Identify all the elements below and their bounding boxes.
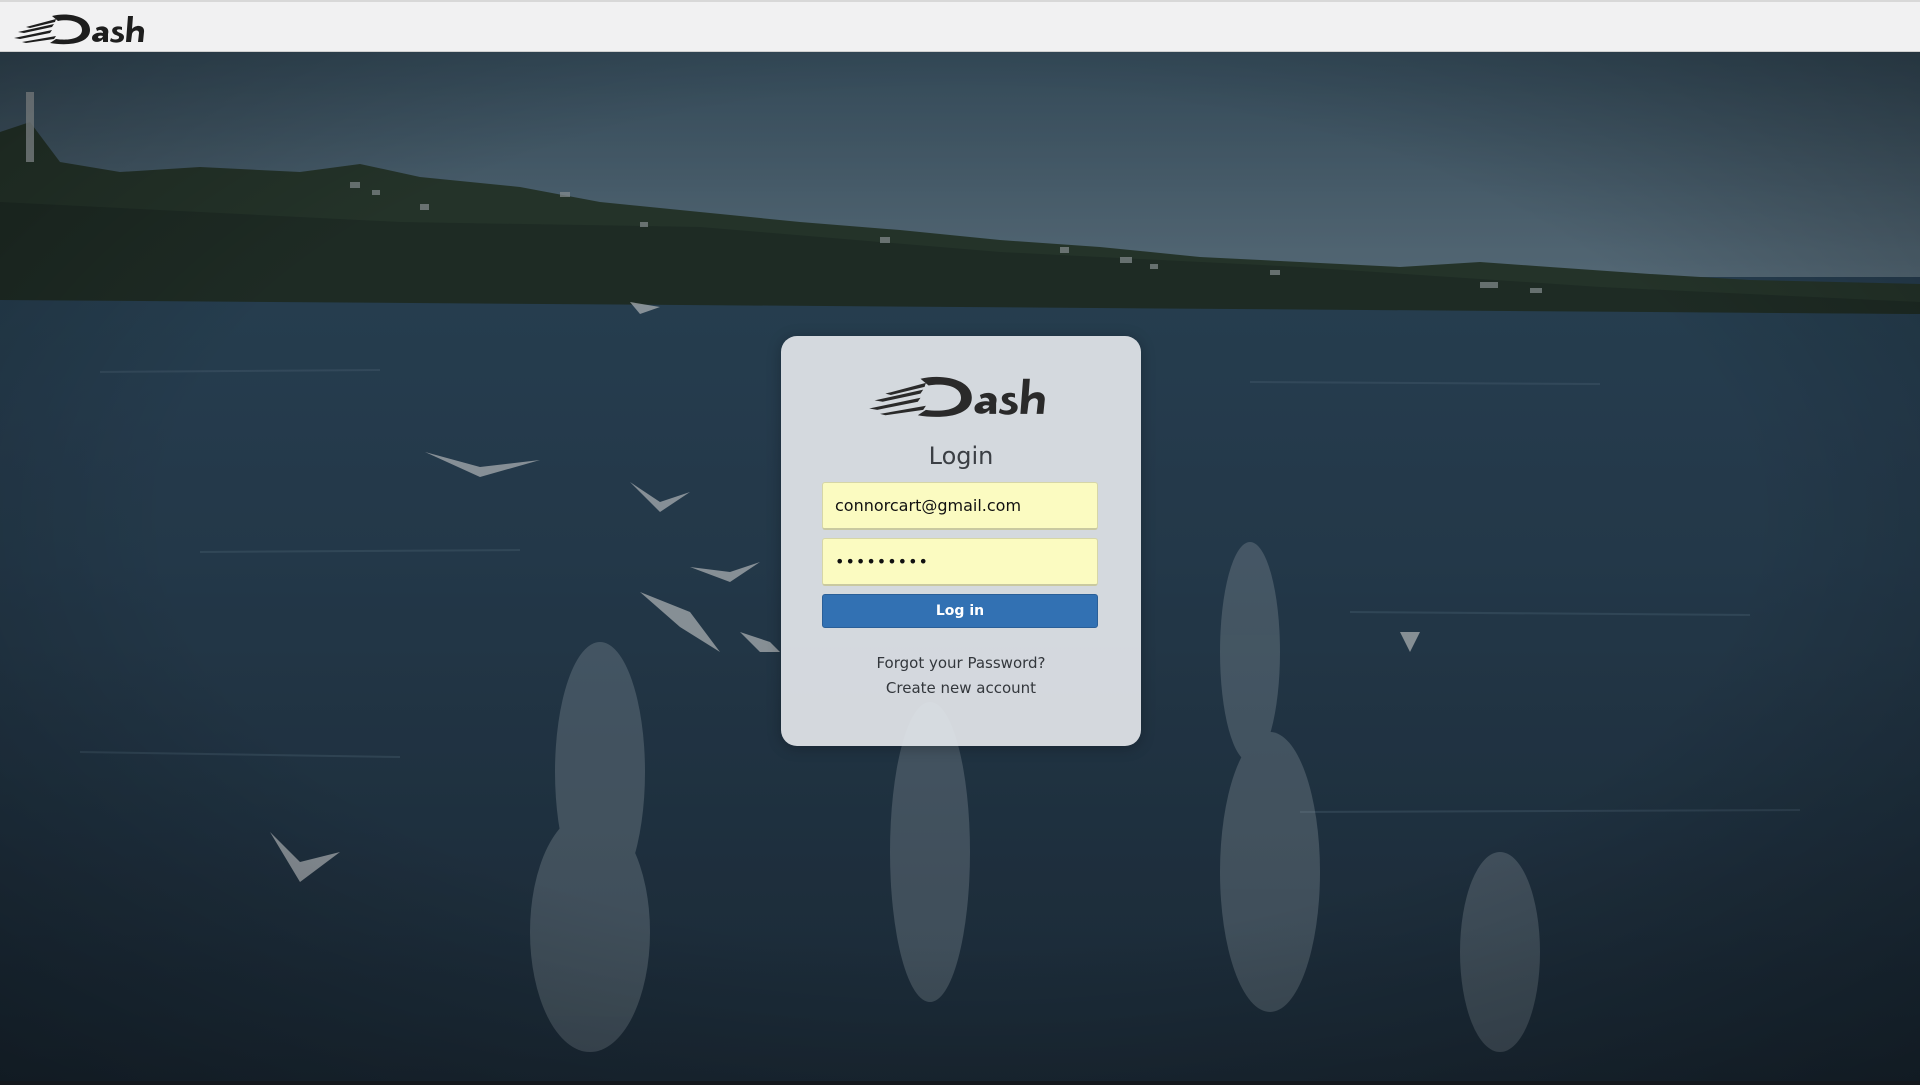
password-field[interactable]	[822, 538, 1098, 586]
forgot-password-link[interactable]: Forgot your Password?	[781, 654, 1141, 672]
bottom-edge	[0, 1081, 1920, 1085]
create-account-link[interactable]: Create new account	[781, 679, 1141, 697]
login-button[interactable]: Log in	[822, 594, 1098, 628]
login-card: Login Log in Forgot your Password? Creat…	[781, 336, 1141, 746]
email-field[interactable]	[822, 482, 1098, 530]
dash-logo-icon	[869, 376, 1045, 417]
top-header-bar	[0, 0, 1920, 52]
login-title: Login	[928, 442, 994, 470]
dash-logo-icon[interactable]	[12, 8, 152, 48]
